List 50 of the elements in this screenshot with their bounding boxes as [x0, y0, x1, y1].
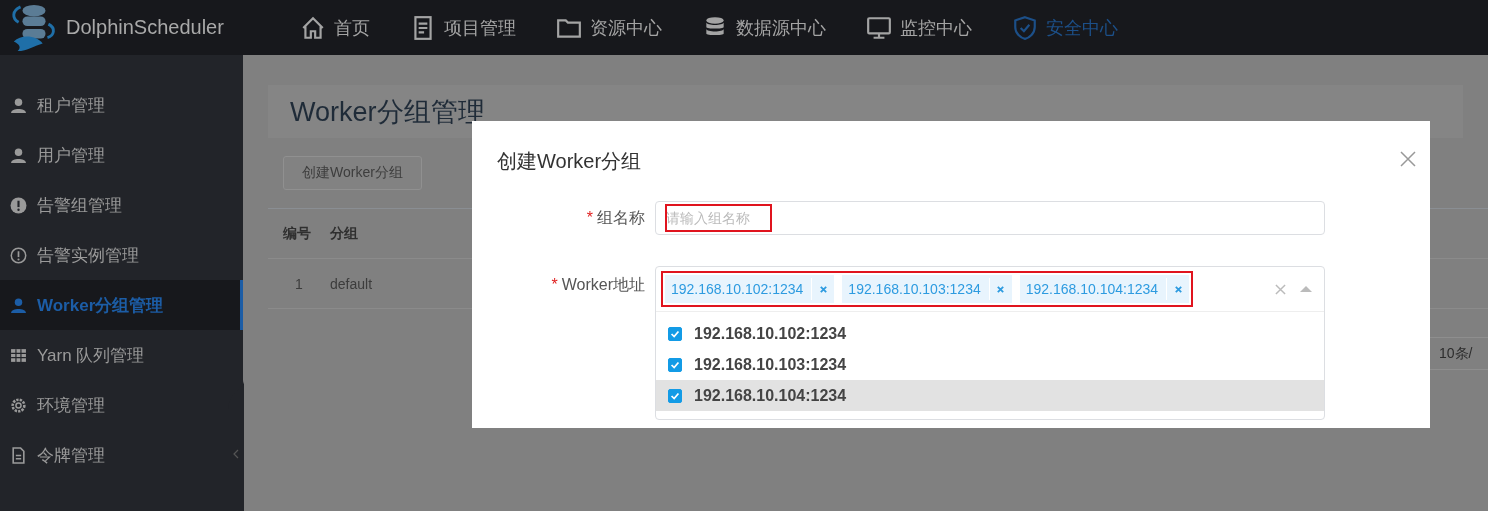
- clear-icon: [1275, 283, 1286, 295]
- dropdown-option[interactable]: 192.168.10.104:1234: [656, 380, 1324, 411]
- user-icon: [10, 296, 27, 314]
- tag-label: 192.168.10.103:1234: [848, 281, 981, 297]
- sidebar-item[interactable]: 租户管理: [0, 80, 243, 130]
- sidebar-item[interactable]: 用户管理: [0, 130, 243, 180]
- tag-label: 192.168.10.102:1234: [671, 281, 804, 297]
- table-cell: default: [330, 275, 373, 292]
- dropdown-option[interactable]: 192.168.10.102:1234: [656, 318, 1324, 349]
- close-icon: [996, 284, 1006, 294]
- shield-check-icon: [1012, 14, 1038, 41]
- nav-tab[interactable]: 项目管理: [410, 14, 516, 41]
- field-label: 组名称: [597, 208, 645, 228]
- sidebar-item[interactable]: 告警实例管理: [0, 230, 243, 280]
- dropdown-option[interactable]: 192.168.10.103:1234: [656, 349, 1324, 380]
- checkbox[interactable]: [668, 357, 682, 372]
- checkbox[interactable]: [668, 388, 682, 403]
- home-icon: [300, 14, 326, 41]
- monitor-icon: [866, 14, 892, 41]
- close-icon: [818, 284, 828, 294]
- sidebar-item[interactable]: Yarn 队列管理: [0, 330, 243, 380]
- tag-label: 192.168.10.104:1234: [1025, 281, 1159, 297]
- nav-tab[interactable]: 资源中心: [556, 14, 662, 41]
- input-field[interactable]: 请输入组名称: [655, 201, 1325, 235]
- document-icon: [10, 446, 27, 464]
- alert-icon: [10, 246, 27, 264]
- required-mark: *: [551, 275, 558, 295]
- checkbox[interactable]: [668, 326, 682, 341]
- field-label: Worker地址: [561, 275, 645, 295]
- multi-select[interactable]: 192.168.10.102:1234 192.168.10.103:1234 192.168.10.104:1234 192.168.10.102:1234 192.168.10.103:1234 192.168.10.104:1234: [655, 266, 1325, 420]
- nav-tab[interactable]: 首页: [300, 14, 370, 41]
- required-mark: *: [586, 208, 593, 228]
- alert-icon: [10, 196, 27, 214]
- user-icon: [10, 146, 27, 164]
- close-button[interactable]: [1400, 151, 1416, 167]
- sidebar-item[interactable]: 告警组管理: [0, 180, 243, 230]
- nav-tab[interactable]: 数据源中心: [702, 14, 826, 41]
- user-icon: [10, 96, 27, 114]
- close-icon: [1173, 284, 1183, 294]
- table-cell-text: 1: [294, 275, 304, 292]
- column-header: 编号: [282, 224, 312, 243]
- gear-icon: [10, 396, 27, 414]
- grid-icon: [10, 346, 27, 364]
- column-header: 分组: [330, 224, 358, 243]
- create-button[interactable]: 创建Worker分组: [283, 156, 422, 190]
- dialog-title: 创建Worker分组: [497, 149, 642, 174]
- nav-tab[interactable]: 监控中心: [866, 14, 972, 41]
- sidebar-item[interactable]: 环境管理: [0, 380, 243, 430]
- sidebar-item[interactable]: 令牌管理: [0, 430, 243, 480]
- app-name: DolphinScheduler: [66, 16, 224, 39]
